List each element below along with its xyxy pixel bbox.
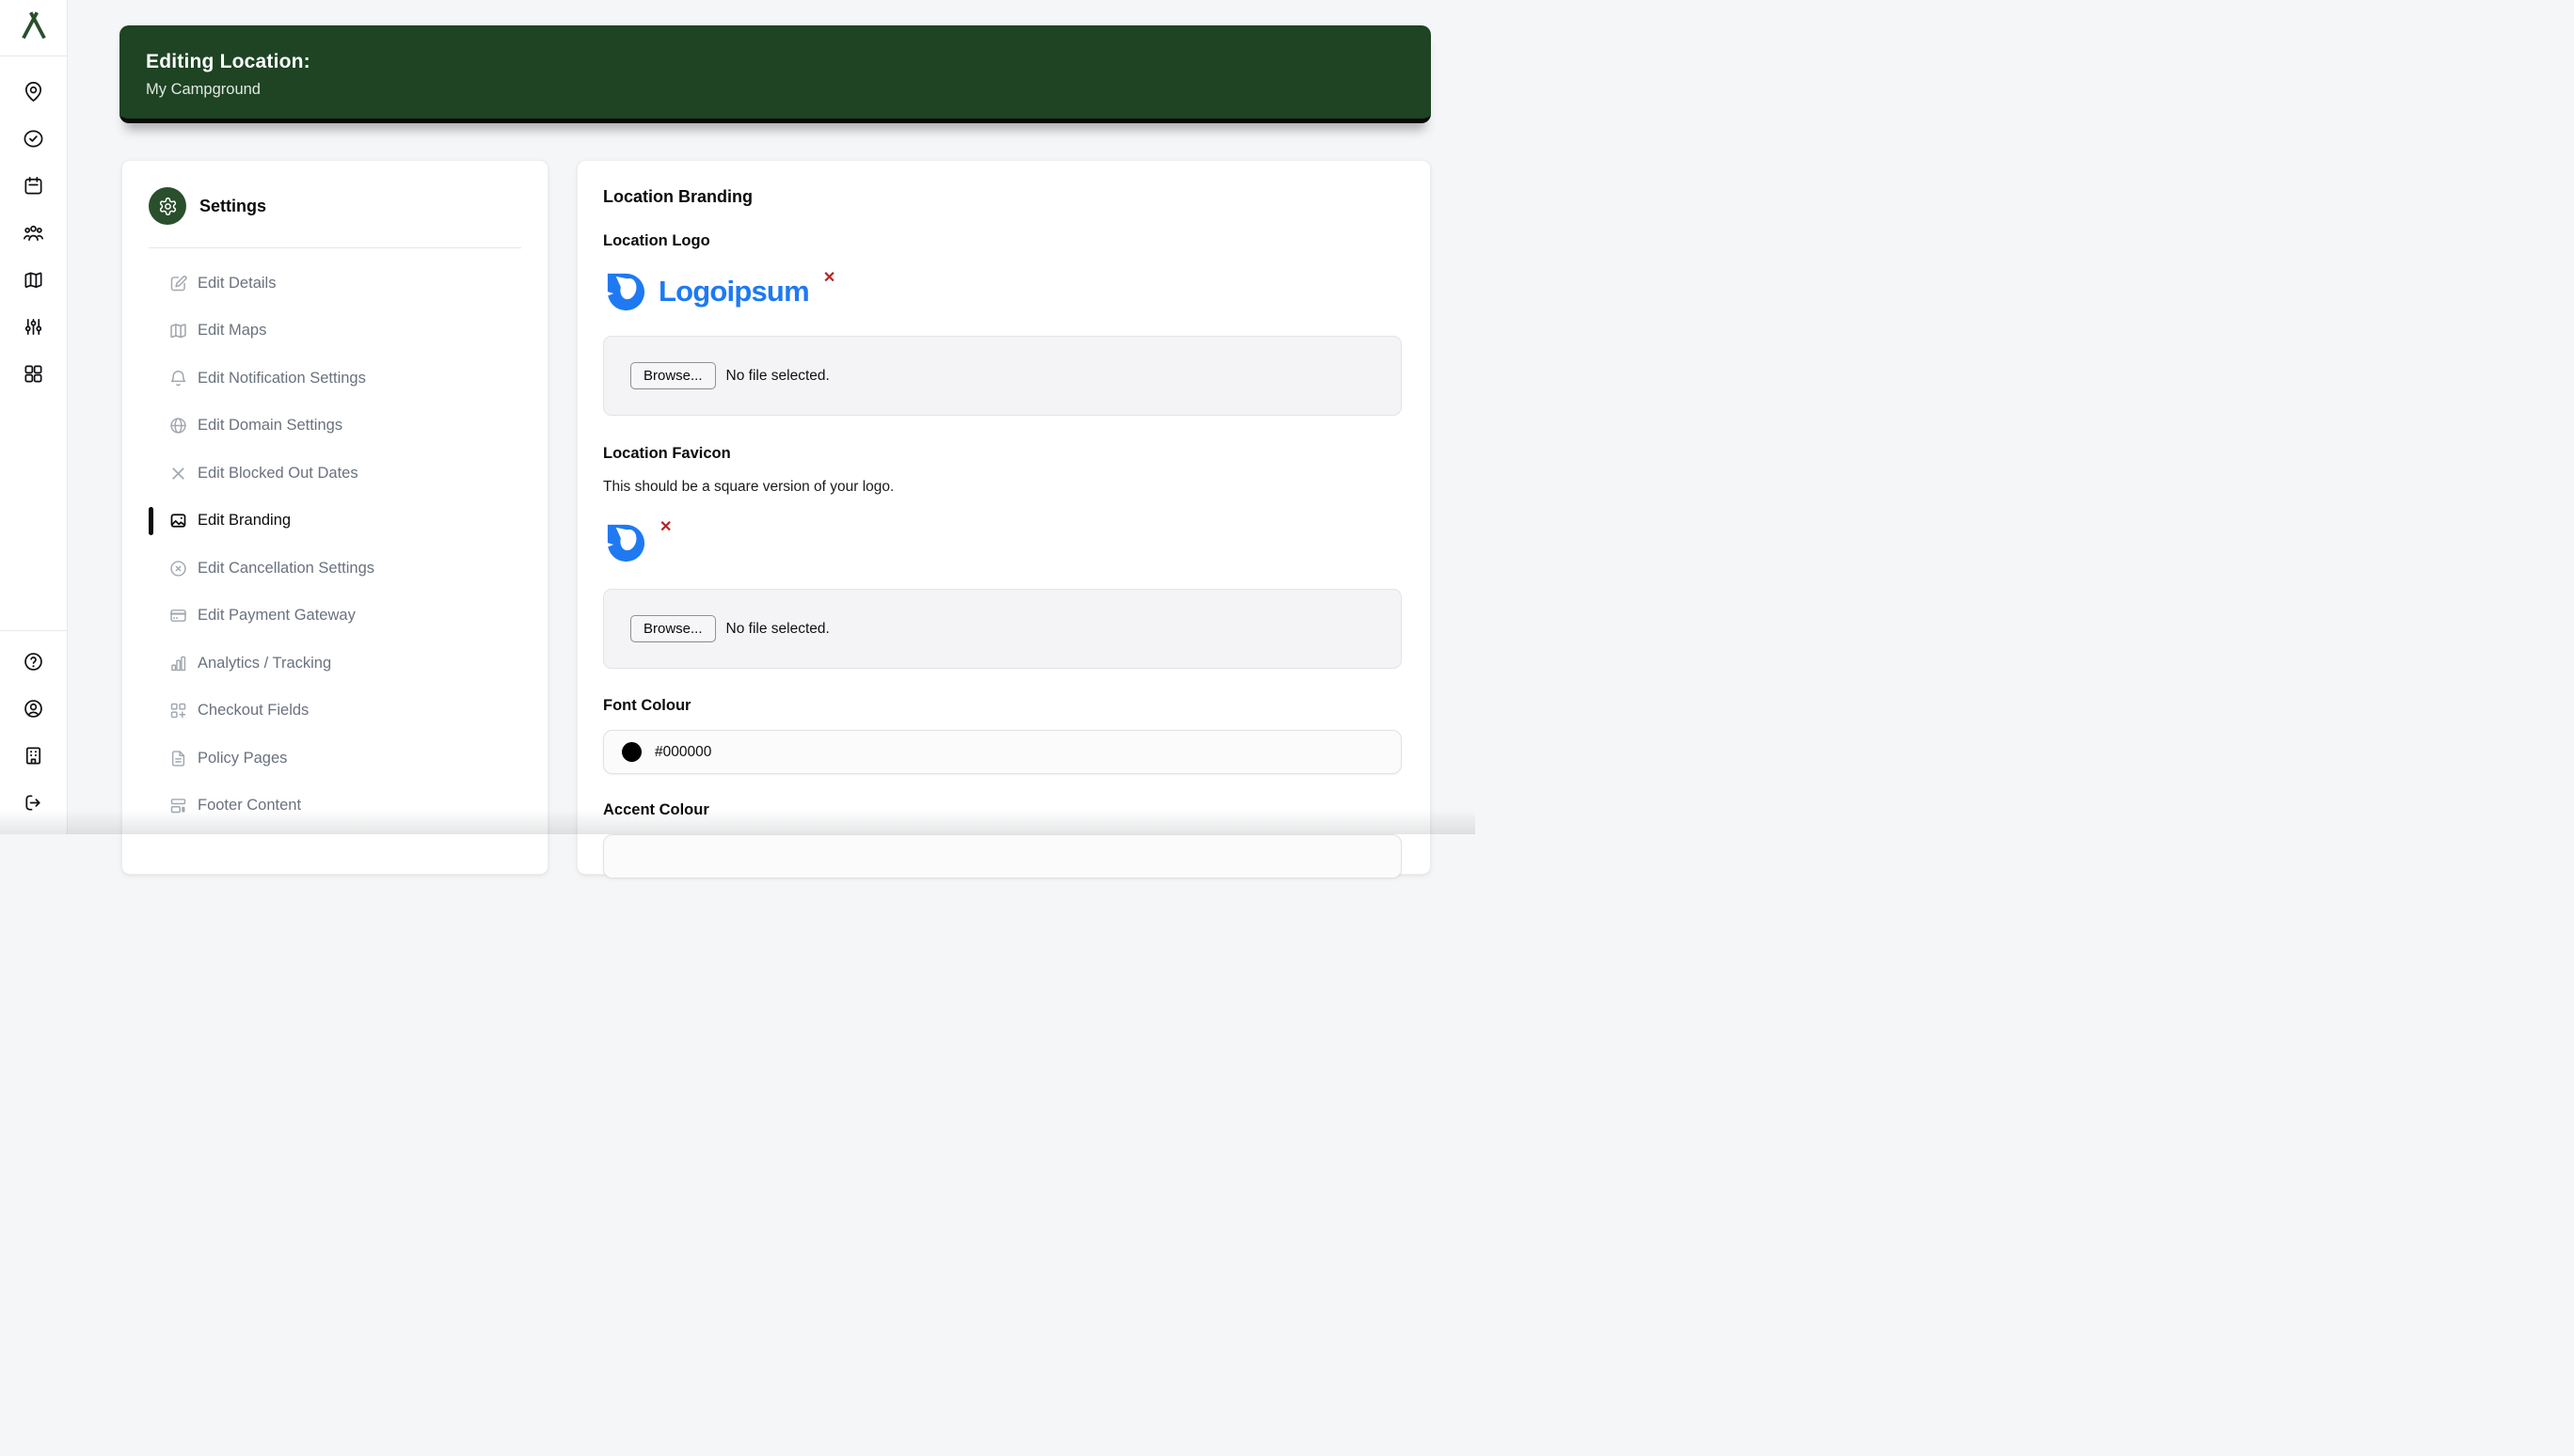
sidebar-help-circle-button[interactable] [20,651,48,673]
users-icon [23,222,44,244]
branding-panel: Location Branding Location Logo Logoipsu… [577,160,1431,875]
sidebar-users-button[interactable] [20,222,48,244]
grid-icon [23,363,44,385]
settings-header-divider [149,247,521,248]
sliders-icon [23,316,44,338]
log-out-icon [23,792,44,814]
bell-icon [168,369,188,388]
sidebar-sliders-button[interactable] [20,316,48,338]
logo-file-input[interactable]: Browse... No file selected. [603,336,1402,416]
sidebar-nav-top [0,81,67,385]
favicon-description: This should be a square version of your … [603,479,1402,496]
favicon-logo-icon [603,520,647,564]
settings-item-footer-content[interactable]: Footer Content [149,783,521,831]
location-logo-label: Location Logo [603,232,1402,250]
favicon-no-file-text: No file selected. [726,621,830,638]
settings-header: Settings [149,187,521,225]
settings-item-policy-pages[interactable]: Policy Pages [149,735,521,783]
x-icon [168,464,188,483]
logo-no-file-text: No file selected. [726,368,830,385]
banner-subtitle: My Campground [146,81,1431,99]
logoipsum-wordmark: Logoipsum [659,269,809,313]
remove-logo-button[interactable]: ✕ [823,271,835,286]
clock-check-icon [23,128,44,150]
square-pen-icon [168,274,188,293]
favicon-file-input[interactable]: Browse... No file selected. [603,589,1402,669]
sidebar-building-button[interactable] [20,745,48,767]
settings-item-checkout-fields[interactable]: Checkout Fields [149,688,521,736]
settings-item-edit-blocked-out-dates[interactable]: Edit Blocked Out Dates [149,450,521,498]
font-colour-swatch [622,742,642,762]
file-text-icon [168,749,188,768]
tent-logo-icon [17,8,51,47]
favicon-browse-button[interactable]: Browse... [630,615,716,642]
user-circle-icon [23,698,44,720]
sidebar-divider [0,630,68,631]
font-colour-label: Font Colour [603,697,1402,715]
logo-browse-button[interactable]: Browse... [630,362,716,389]
settings-panel: Settings Edit DetailsEdit MapsEdit Notif… [121,160,548,875]
settings-item-edit-branding[interactable]: Edit Branding [149,498,521,546]
remove-favicon-button[interactable]: ✕ [659,520,672,535]
settings-item-edit-cancellation-settings[interactable]: Edit Cancellation Settings [149,545,521,593]
location-favicon-label: Location Favicon [603,445,1402,463]
sidebar-user-circle-button[interactable] [20,698,48,720]
app-logo[interactable] [0,0,68,56]
settings-list: Edit DetailsEdit MapsEdit Notification S… [149,260,521,830]
sidebar-calendar-button[interactable] [20,175,48,197]
accent-colour-input[interactable] [603,834,1402,878]
image-icon [168,511,188,530]
sidebar [0,0,68,834]
banner-title: Editing Location: [146,50,1431,73]
font-colour-input[interactable]: #000000 [603,730,1402,774]
map-icon [168,321,188,340]
logoipsum-logo-icon [603,269,647,313]
page-title: Location Branding [603,187,1402,207]
sidebar-grid-button[interactable] [20,363,48,385]
help-circle-icon [23,651,44,673]
map-pin-icon [23,81,44,103]
sidebar-map-button[interactable] [20,269,48,291]
map-icon [23,269,44,291]
grid-plus-icon [168,701,188,720]
settings-item-edit-maps[interactable]: Edit Maps [149,308,521,356]
settings-item-edit-notification-settings[interactable]: Edit Notification Settings [149,355,521,403]
settings-item-edit-details[interactable]: Edit Details [149,260,521,308]
calendar-icon [23,175,44,197]
font-colour-value: #000000 [655,744,711,761]
bar-chart-icon [168,654,188,673]
building-icon [23,745,44,767]
sidebar-nav-bottom [0,651,67,814]
settings-panel-title: Settings [199,197,266,216]
settings-item-analytics-tracking[interactable]: Analytics / Tracking [149,640,521,688]
sidebar-map-pin-button[interactable] [20,81,48,103]
settings-item-edit-payment-gateway[interactable]: Edit Payment Gateway [149,593,521,641]
logo-preview-row: Logoipsum ✕ [603,269,1402,313]
layout-footer-icon [168,796,188,815]
sidebar-log-out-button[interactable] [20,792,48,814]
circle-x-icon [168,559,188,578]
editing-location-banner: Editing Location: My Campground [119,25,1431,123]
settings-item-edit-domain-settings[interactable]: Edit Domain Settings [149,403,521,451]
credit-card-icon [168,606,188,625]
favicon-preview-row: ✕ [603,520,1402,564]
accent-colour-label: Accent Colour [603,801,1402,819]
sidebar-clock-check-button[interactable] [20,128,48,150]
globe-icon [168,416,188,435]
gear-icon [149,187,186,225]
